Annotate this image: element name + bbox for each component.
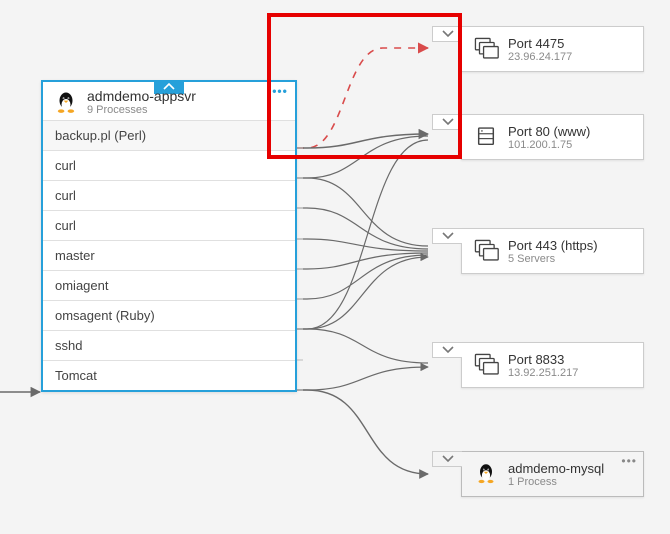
target-subtitle: 13.92.251.217 xyxy=(508,367,578,379)
linux-penguin-icon xyxy=(53,90,79,116)
process-list: backup.pl (Perl)curlcurlcurlmasteromiage… xyxy=(43,120,295,390)
target-title: Port 443 (https) xyxy=(508,238,598,253)
target-title: Port 8833 xyxy=(508,352,578,367)
more-menu-icon[interactable]: ••• xyxy=(621,454,637,468)
target-title: Port 80 (www) xyxy=(508,124,590,139)
source-title: admdemo-appsvr xyxy=(87,88,196,104)
target-title: Port 4475 xyxy=(508,36,572,51)
expand-button[interactable] xyxy=(432,26,462,42)
expand-button[interactable] xyxy=(432,342,462,358)
servers-stack-icon xyxy=(472,35,500,63)
process-item[interactable]: curl xyxy=(43,210,295,240)
source-node[interactable]: ••• admdemo-appsvr 9 Processes backup.pl… xyxy=(41,80,297,392)
target-title: admdemo-mysql xyxy=(508,461,604,476)
process-item[interactable]: curl xyxy=(43,180,295,210)
process-item[interactable]: sshd xyxy=(43,330,295,360)
process-item[interactable]: curl xyxy=(43,150,295,180)
servers-stack-icon xyxy=(472,351,500,379)
target-subtitle: 1 Process xyxy=(508,476,604,488)
target-node[interactable]: ••• admdemo-mysql1 Process xyxy=(461,451,644,497)
target-subtitle: 5 Servers xyxy=(508,253,598,265)
target-node[interactable]: Port 443 (https)5 Servers xyxy=(461,228,644,274)
process-item[interactable]: backup.pl (Perl) xyxy=(43,120,295,150)
linux-penguin-icon xyxy=(472,460,500,488)
target-subtitle: 23.96.24.177 xyxy=(508,51,572,63)
process-item[interactable]: master xyxy=(43,240,295,270)
target-node[interactable]: Port 883313.92.251.217 xyxy=(461,342,644,388)
process-item[interactable]: Tomcat xyxy=(43,360,295,390)
target-subtitle: 101.200.1.75 xyxy=(508,139,590,151)
process-item[interactable]: omsagent (Ruby) xyxy=(43,300,295,330)
target-node[interactable]: Port 80 (www)101.200.1.75 xyxy=(461,114,644,160)
expand-button[interactable] xyxy=(432,228,462,244)
expand-button[interactable] xyxy=(432,451,462,467)
target-node[interactable]: Port 447523.96.24.177 xyxy=(461,26,644,72)
source-subtitle: 9 Processes xyxy=(87,104,196,116)
server-single-icon xyxy=(472,123,500,151)
source-header[interactable]: admdemo-appsvr 9 Processes xyxy=(43,82,295,120)
servers-stack-icon xyxy=(472,237,500,265)
expand-button[interactable] xyxy=(432,114,462,130)
process-item[interactable]: omiagent xyxy=(43,270,295,300)
